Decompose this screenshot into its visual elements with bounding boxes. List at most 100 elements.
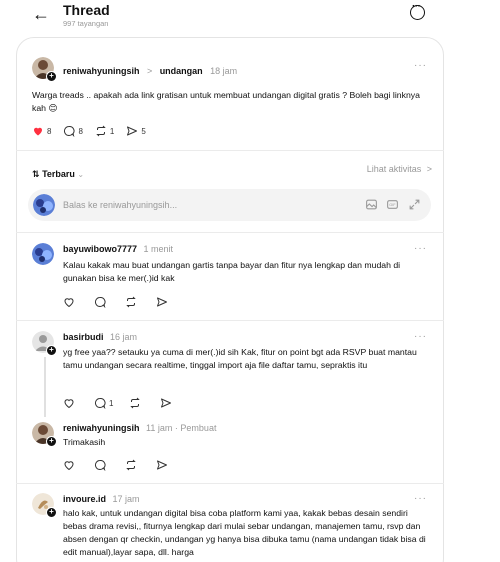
chevron-down-icon: ⌄ [77, 170, 85, 179]
reply-body: Kalau kakak mau buat undangan gartis tan… [63, 260, 401, 283]
reply-time: 11 jam [146, 423, 173, 433]
repost-icon [96, 125, 106, 137]
share-icon [157, 297, 167, 307]
comment-icon [64, 125, 75, 137]
share-icon [161, 398, 172, 408]
reply-body: halo kak, untuk undangan digital bisa co… [63, 508, 426, 557]
like-button[interactable] [63, 459, 78, 471]
share-button[interactable] [160, 397, 175, 409]
reply-header: invoure.id 17 jam [63, 494, 140, 504]
image-icon[interactable] [365, 198, 378, 211]
reply-body: Trimakasih [63, 437, 106, 447]
divider [16, 483, 444, 484]
comment-count: 8 [78, 126, 83, 136]
topic-separator-icon: > [146, 66, 153, 76]
reply-header: reniwahyuningsih 11 jam · Pembuat [63, 423, 216, 433]
reply-username[interactable]: reniwahyuningsih [63, 423, 140, 433]
reply-header: bayuwibowo7777 1 menit [63, 244, 173, 254]
expand-icon[interactable] [408, 198, 421, 211]
comment-count: 1 [109, 398, 114, 408]
share-icon [157, 460, 167, 470]
repost-icon [126, 459, 136, 471]
follow-plus-icon[interactable]: + [46, 507, 57, 518]
comment-button[interactable]: 1 [94, 397, 113, 409]
reply-avatar[interactable]: + [32, 422, 57, 447]
reply-input[interactable] [63, 197, 343, 213]
reply-more-icon[interactable]: ··· [414, 243, 427, 254]
comment-icon [95, 397, 106, 409]
divider [16, 320, 444, 321]
share-count: 5 [141, 126, 146, 136]
reply-header: basirbudi 16 jam [63, 332, 137, 342]
like-count: 8 [47, 126, 52, 136]
sort-arrows-icon: ⇅ [32, 169, 40, 179]
view-count: 997 tayangan [63, 19, 109, 28]
heart-icon [64, 399, 74, 409]
post-time: 18 jam [210, 66, 238, 76]
heart-icon [64, 461, 74, 471]
reply-time: 16 jam [110, 332, 138, 342]
heart-icon [64, 298, 74, 308]
reply-username[interactable]: bayuwibowo7777 [63, 244, 137, 254]
back-arrow-icon[interactable]: ← [32, 3, 54, 25]
reply-time: 1 menit [143, 244, 174, 254]
chevron-right-icon: > [426, 164, 432, 174]
like-button[interactable] [63, 397, 78, 409]
post-author-username[interactable]: reniwahyuningsih [63, 66, 140, 76]
author-tag: Pembuat [180, 423, 217, 433]
reply-actions [63, 295, 183, 309]
reply-avatar[interactable]: + [32, 331, 57, 356]
reply-more-icon[interactable]: ··· [414, 331, 427, 342]
reply-time: 17 jam [112, 494, 140, 504]
comment-button[interactable]: 8 [63, 125, 83, 137]
repost-button[interactable]: 1 [95, 125, 114, 137]
comment-button[interactable] [94, 296, 109, 308]
reply-composer: GIF [28, 189, 431, 221]
share-button[interactable] [156, 296, 171, 308]
sort-bar: ⇅ Terbaru ⌄ Lihat aktivitas > [32, 164, 432, 179]
repost-button[interactable] [129, 397, 144, 409]
post-topic-tag[interactable]: undangan [160, 66, 203, 76]
follow-plus-icon[interactable]: + [46, 436, 57, 447]
reply-more-icon[interactable]: ··· [414, 493, 427, 504]
thread-connector-line [44, 357, 46, 417]
like-button[interactable]: 8 [32, 125, 51, 137]
dot-separator: · [174, 423, 178, 433]
divider [16, 232, 444, 233]
post-more-icon[interactable]: ··· [414, 60, 427, 71]
page-title: Thread [63, 2, 110, 18]
reply-username[interactable]: invoure.id [63, 494, 106, 504]
reply-actions [63, 458, 183, 472]
repost-button[interactable] [125, 459, 140, 471]
post-actions: 8 8 1 5 [32, 124, 158, 138]
reply-body: yg free yaa?? setauku ya cuma di mer(.)i… [63, 347, 417, 370]
share-icon [127, 126, 138, 136]
gif-icon[interactable]: GIF [386, 198, 399, 211]
post-author-avatar[interactable]: + [32, 57, 57, 82]
sort-dropdown[interactable]: ⇅ Terbaru ⌄ [32, 169, 84, 179]
follow-plus-icon[interactable]: + [46, 71, 57, 82]
top-bar: ← Thread 997 tayangan [0, 0, 500, 36]
heart-filled-icon [34, 127, 42, 136]
reply-composer-avatar [33, 194, 55, 216]
share-button[interactable] [156, 459, 171, 471]
repost-count: 1 [109, 126, 115, 136]
comment-button[interactable] [94, 459, 109, 471]
follow-plus-icon[interactable]: + [46, 345, 57, 356]
more-options-icon[interactable] [410, 1, 425, 20]
sort-label: Terbaru [42, 169, 75, 179]
post-header: reniwahyuningsih > undangan 18 jam [63, 61, 237, 79]
share-button[interactable]: 5 [126, 125, 146, 137]
view-activity-label: Lihat aktivitas [366, 164, 422, 174]
view-activity-link[interactable]: Lihat aktivitas > [367, 164, 432, 174]
post-body: Warga treads .. apakah ada link gratisan… [32, 90, 420, 113]
reply-avatar[interactable] [32, 243, 54, 265]
reply-username[interactable]: basirbudi [63, 332, 104, 342]
repost-icon [130, 397, 141, 409]
divider [16, 150, 444, 151]
repost-button[interactable] [125, 296, 140, 308]
reply-actions: 1 [63, 396, 187, 410]
repost-icon [126, 296, 136, 308]
like-button[interactable] [63, 296, 78, 308]
reply-avatar[interactable]: + [32, 493, 57, 518]
